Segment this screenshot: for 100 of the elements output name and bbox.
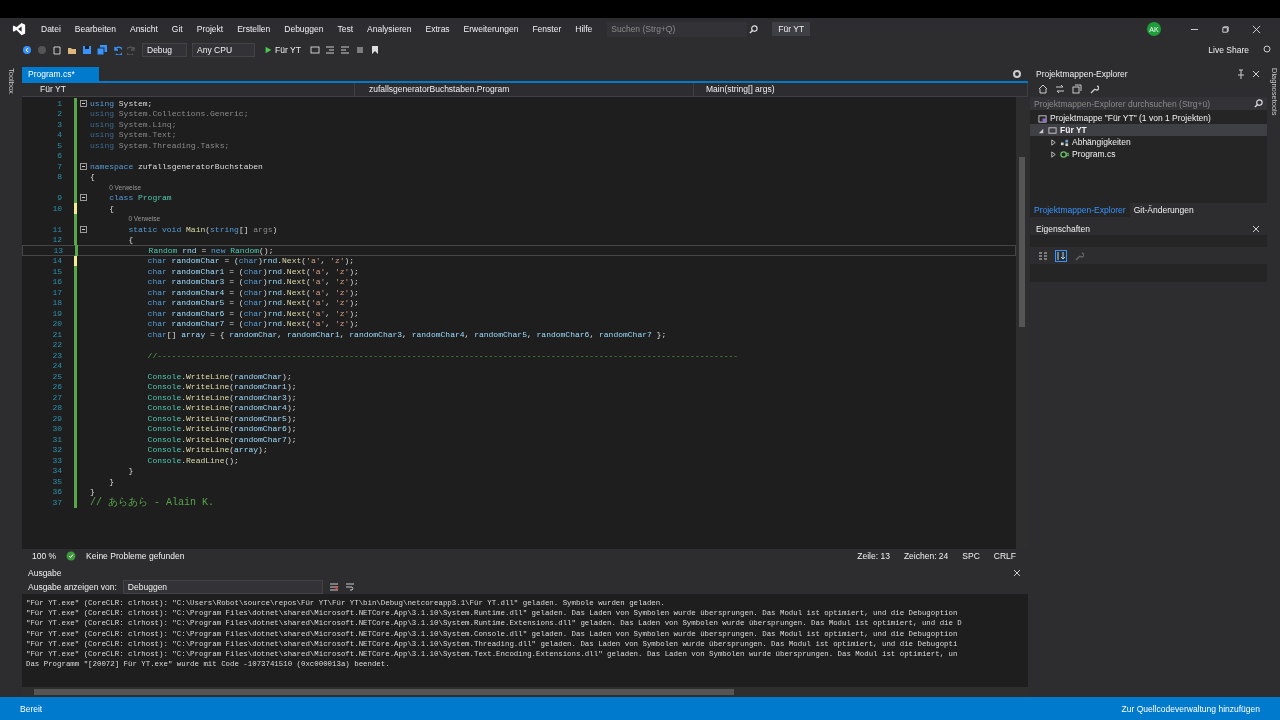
live-share-button[interactable]: Live Share (1208, 45, 1249, 55)
code-line: char randomChar3 = (char)rnd.Next('a', 'z'); (146, 277, 359, 287)
code-line: Console.WriteLine(randomChar4); (146, 403, 297, 413)
line-number: 36 (51, 487, 62, 497)
restore-icon[interactable] (1221, 24, 1230, 34)
platform-dropdown[interactable]: Any CPU (192, 43, 256, 57)
close-icon[interactable] (1251, 68, 1261, 79)
categorized-icon[interactable] (1038, 250, 1048, 261)
collapse-icon[interactable] (80, 99, 87, 107)
tree-item[interactable]: Für YT (1030, 124, 1267, 136)
line-number: 15 (51, 266, 62, 276)
tree-item[interactable]: Program.cs (1030, 148, 1267, 160)
line-number: 24 (51, 361, 62, 371)
close-icon[interactable] (1251, 223, 1261, 234)
code-line: { (108, 203, 114, 213)
collapse-icon[interactable] (80, 194, 87, 202)
tree-item[interactable]: Abhängigkeiten (1030, 136, 1267, 148)
gear-icon[interactable] (1012, 69, 1022, 79)
member-dropdown[interactable]: Main(string[] args) (694, 83, 1028, 96)
configuration-dropdown[interactable]: Debug (142, 43, 188, 57)
home-icon[interactable] (1038, 83, 1048, 94)
outdent-icon[interactable] (339, 45, 350, 55)
save-icon[interactable] (82, 45, 92, 55)
line-number: 14 (51, 256, 62, 266)
code-line: Console.WriteLine(randomChar3); (146, 392, 297, 402)
menu-item[interactable]: Erweiterungen (456, 24, 526, 34)
type-dropdown[interactable]: zufallsgeneratorBuchstaben.Program (355, 83, 694, 96)
issues-status[interactable]: Keine Probleme gefunden (82, 550, 189, 561)
line-number: 26 (51, 382, 62, 392)
search-field[interactable]: Suchen (Strg+Q) (607, 21, 748, 37)
clear-icon[interactable] (328, 581, 339, 592)
whitespace-mode[interactable]: SPC (958, 550, 984, 561)
zoom-dropdown[interactable]: 100 % (28, 550, 61, 561)
line-number: 34 (51, 466, 62, 476)
app-logo-icon (12, 22, 26, 36)
line-number: 23 (51, 350, 62, 360)
panel-tab[interactable]: Git-Änderungen (1129, 203, 1198, 217)
window-icon[interactable] (309, 45, 320, 55)
indent-icon[interactable] (324, 45, 335, 55)
menu-item[interactable]: Test (330, 24, 361, 34)
back-icon[interactable] (22, 45, 32, 55)
output-source-dropdown[interactable]: Debuggen (122, 579, 323, 594)
source-control-button[interactable]: Zur Quellcodeverwaltung hinzufügen (1121, 703, 1260, 714)
tree-item[interactable]: Projektmappe "Für YT" (1 von 1 Projekten) (1030, 112, 1267, 124)
scrollbar[interactable] (34, 689, 734, 695)
line-number: 6 (56, 151, 62, 161)
code-line: static void Main(string[] args) (127, 224, 278, 234)
line-number: 4 (56, 130, 62, 140)
save-all-icon[interactable] (97, 45, 107, 55)
collapse-all-icon[interactable] (1072, 83, 1082, 94)
line-number: 33 (51, 455, 62, 465)
code-line: // あらあら - Alain K. (90, 496, 214, 510)
line-number: 28 (51, 403, 62, 413)
code-line: { (127, 235, 134, 245)
line-number: 25 (51, 371, 62, 381)
menu-item[interactable]: Projekt (189, 24, 231, 34)
undo-icon[interactable] (112, 45, 122, 55)
pin-icon[interactable] (1236, 68, 1246, 79)
close-icon[interactable] (1012, 567, 1022, 578)
menu-item[interactable]: Analysieren (360, 24, 419, 34)
close-icon[interactable] (1252, 24, 1261, 34)
line-number: 30 (51, 424, 62, 434)
explorer-search-field[interactable]: Projektmappen-Explorer durchsuchen (Strg+ü) (1030, 97, 1267, 110)
line-ending[interactable]: CRLF (989, 550, 1020, 561)
sync-icon[interactable] (1055, 83, 1065, 94)
bookmark-icon[interactable] (369, 45, 380, 55)
collapse-icon[interactable] (80, 225, 87, 233)
word-wrap-icon[interactable] (344, 581, 355, 592)
code-line: char randomChar7 = (char)rnd.Next('a', 'z'); (146, 319, 359, 329)
menu-item[interactable]: Debuggen (277, 24, 331, 34)
code-line: using System.Text; (90, 130, 177, 140)
panel-tab[interactable]: Projektmappen-Explorer (1030, 203, 1130, 217)
line-number: 17 (51, 287, 62, 297)
dependencies-icon (1060, 137, 1069, 147)
check-icon (66, 550, 77, 561)
code-line: Console.WriteLine(randomChar1); (146, 382, 297, 392)
line-number: 32 (51, 445, 62, 455)
document-tab[interactable]: Program.cs* (22, 67, 99, 81)
menu-item[interactable]: Fenster (525, 24, 569, 34)
menu-item[interactable]: Git (164, 24, 190, 34)
menu-item[interactable]: Hilfe (568, 24, 600, 34)
start-button[interactable]: Für YT (260, 44, 305, 56)
menu-item[interactable]: Extras (418, 24, 457, 34)
expand-arrow-icon[interactable] (1050, 138, 1057, 146)
code-line: namespace zufallsgeneratorBuchstaben (90, 161, 263, 171)
menu-item[interactable]: Ansicht (122, 24, 165, 34)
sort-icon[interactable] (1055, 249, 1067, 262)
scrollbar[interactable] (1019, 157, 1025, 327)
menu-item[interactable]: Erstellen (230, 24, 278, 34)
code-line: Console.WriteLine(randomChar6); (146, 424, 297, 434)
collapse-icon[interactable] (80, 162, 87, 170)
search-icon (1254, 99, 1263, 108)
project-dropdown[interactable]: Für YT (22, 83, 355, 96)
code-line: { (90, 172, 95, 182)
expand-arrow-icon[interactable] (1050, 150, 1057, 158)
menu-item[interactable]: Bearbeiten (67, 24, 123, 34)
menu-item[interactable]: Datei (34, 24, 68, 34)
code-line: Console.WriteLine(randomChar); (146, 371, 292, 381)
line-number: 27 (51, 392, 62, 402)
folder-icon[interactable] (67, 45, 77, 55)
